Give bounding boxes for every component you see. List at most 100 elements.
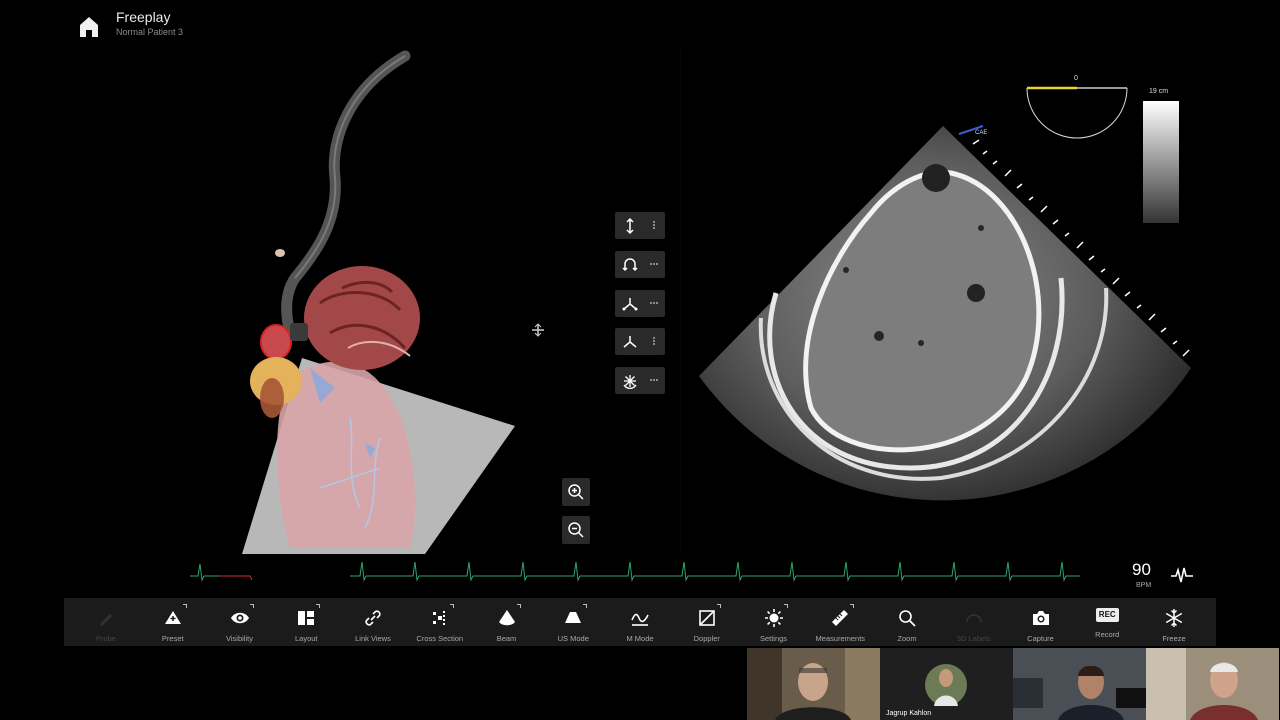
participant-tile[interactable] [1013,648,1146,720]
ultrasound-image [699,86,1191,501]
zoom-out-button[interactable] [562,516,590,544]
cross-section-button[interactable]: Cross Section [410,598,470,646]
tilt-icon [622,297,638,310]
corner-indicator [583,604,588,608]
visibility-button[interactable]: Visibility [210,598,270,646]
freeze-button[interactable]: Freeze [1144,598,1204,646]
home-icon[interactable] [78,13,100,39]
preset-icon [164,611,181,624]
toolbar-label: Preset [161,634,184,643]
link-icon [365,610,381,626]
tilt-tool-button[interactable] [615,290,665,317]
rotate-icon [622,257,638,271]
capture-button[interactable]: Capture [1011,598,1071,646]
heart-model [242,50,544,554]
depth-tool-button[interactable] [615,212,665,239]
heart-rate-unit: BPM [1136,582,1152,589]
toolbar-label: Link Views [355,634,391,643]
corner-indicator [850,604,855,608]
more-icon [650,302,658,304]
more-icon [650,263,658,265]
ultrasound-view[interactable]: 0 19 cm CAE [680,48,1200,554]
beam-icon [498,610,515,626]
rec-icon: REC [1095,608,1119,622]
toolbar-label: Freeze [1162,634,1186,643]
angle-indicator [1026,87,1128,139]
probe-button[interactable]: Probe [76,598,136,646]
probe-icon [100,614,112,626]
record-button[interactable]: REC Record [1077,598,1137,646]
beam-button[interactable]: Beam [477,598,537,646]
labels-icon [965,614,982,623]
layout-button[interactable]: Layout [276,598,336,646]
ruler-icon [832,610,849,626]
more-icon [653,337,655,345]
more-icon [653,221,655,229]
m-mode-button[interactable]: M Mode [610,598,670,646]
toolbar-label: 3D Labels [956,634,991,643]
main-toolbar: Probe Preset Visibility Layout Link View… [64,598,1216,646]
toolbar-label: Beam [496,634,517,643]
us-mode-button[interactable]: US Mode [543,598,603,646]
rotate-tool-button[interactable] [615,251,665,278]
corner-indicator [716,604,721,608]
toolbar-label: Zoom [897,634,917,643]
toolbar-label: M Mode [626,634,654,643]
corner-indicator [316,604,321,608]
layout-icon [298,611,315,625]
header: Freeplay Normal Patient 3 [78,8,183,42]
toolbar-label: Visibility [226,634,253,643]
ecg-trace [190,561,1080,582]
depth-label: 19 cm [1149,88,1169,95]
heartbeat-icon[interactable] [1170,566,1194,584]
corner-indicator [516,604,521,608]
participant-tile[interactable] [1146,648,1279,720]
toolbar-label: Settings [759,634,788,643]
heart-rate-value: 90 [1132,560,1151,579]
eye-icon [230,612,249,624]
participant-tile[interactable]: Jagrup Kahlon [880,648,1013,720]
vertical-arrows-icon [626,217,634,234]
settings-icon [764,609,783,627]
corner-indicator [449,604,454,608]
zoom-in-button[interactable] [562,478,590,506]
more-icon [650,379,658,381]
patient-name: Normal Patient 3 [116,27,184,37]
toolbar-label: Record [1095,630,1120,639]
zoom-button[interactable]: Zoom [877,598,937,646]
zoom-in-icon [568,484,584,500]
corner-indicator [249,604,254,608]
doppler-button[interactable]: Doppler [677,598,737,646]
flex-icon [623,335,637,348]
doppler-icon [698,610,715,626]
toolbar-label: Capture [1027,634,1054,643]
participant-tile[interactable] [747,648,880,720]
link-views-button[interactable]: Link Views [343,598,403,646]
flex-tool-button[interactable] [615,328,665,355]
measurements-button[interactable]: Measurements [810,598,870,646]
participant-video [1013,648,1146,720]
participant-name: Jagrup Kahlon [886,710,932,717]
3d-labels-button[interactable]: 3D Labels [944,598,1004,646]
toolbar-label: Layout [294,634,318,643]
cross-section-icon [432,611,445,625]
magnifier-icon [899,610,916,627]
m-mode-icon [631,613,649,626]
angle-label: 0 [1074,75,1078,82]
settings-button[interactable]: Settings [744,598,804,646]
title-block: Freeplay Normal Patient 3 [116,8,183,38]
camera-icon [1032,611,1049,625]
toolbar-label: Cross Section [416,634,464,643]
omniplane-icon [623,374,637,389]
snowflake-icon [1165,609,1183,627]
us-mode-icon [565,612,582,623]
anatomy-3d-view[interactable] [80,48,600,554]
preset-button[interactable]: Preset [143,598,203,646]
participant-video [747,648,880,720]
toolbar-label: Measurements [815,634,866,643]
corner-indicator [182,604,187,608]
grayscale-bar [1143,101,1179,223]
toolbar-label: Probe [95,634,116,643]
omniplane-tool-button[interactable] [615,367,665,394]
participant-video [1146,648,1279,720]
